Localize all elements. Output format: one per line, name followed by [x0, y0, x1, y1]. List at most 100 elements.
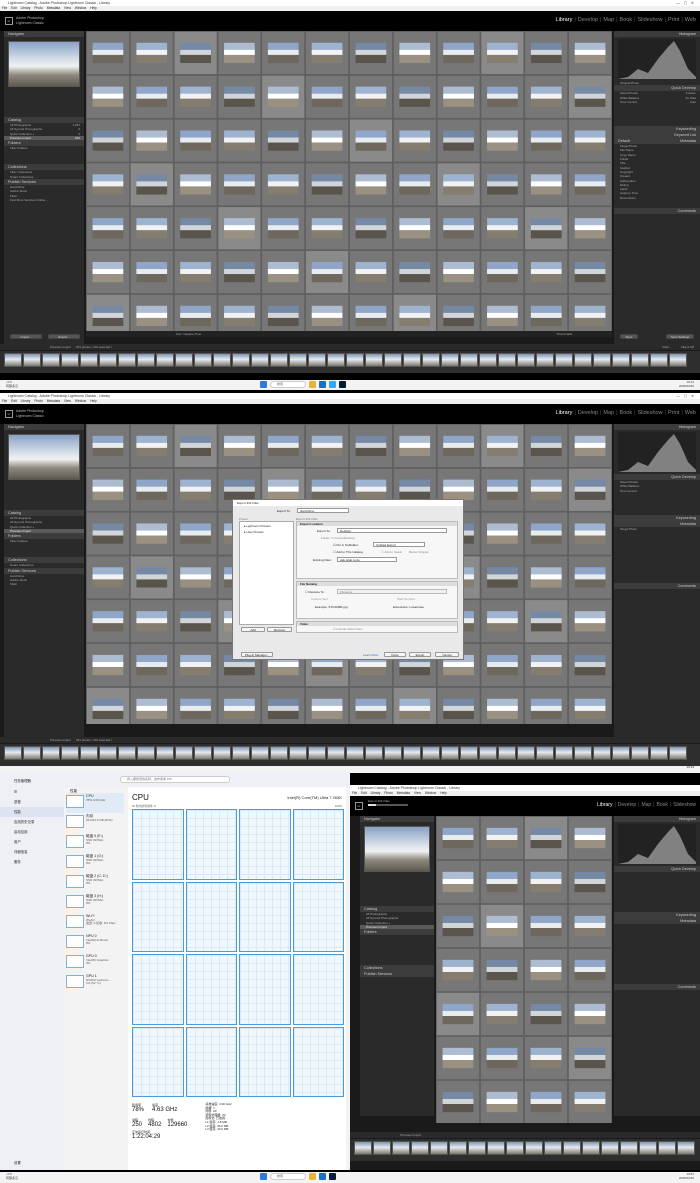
photo-thumbnail[interactable] [480, 687, 525, 731]
photo-thumbnail[interactable] [568, 1080, 612, 1124]
window-controls[interactable]: —▢✕ [676, 393, 698, 399]
photo-thumbnail[interactable] [480, 468, 525, 512]
photo-thumbnail[interactable] [568, 599, 612, 643]
search-input[interactable]: 搜索 [270, 381, 306, 388]
filmstrip-thumbnail[interactable] [232, 353, 250, 367]
nav-processes[interactable]: 进程 [0, 797, 64, 807]
photo-thumbnail[interactable] [524, 118, 568, 163]
filmstrip-thumbnail[interactable] [42, 746, 60, 760]
filmstrip-thumbnail[interactable] [4, 746, 22, 760]
photo-thumbnail[interactable] [524, 75, 568, 119]
comments-header[interactable]: Comments [614, 208, 700, 215]
filmstrip-thumbnail[interactable] [175, 353, 193, 367]
filmstrip-thumbnail[interactable] [631, 353, 649, 367]
filmstrip-thumbnail[interactable] [574, 353, 592, 367]
filmstrip-thumbnail[interactable] [99, 353, 117, 367]
filmstrip-thumbnail[interactable] [669, 746, 687, 760]
module-book[interactable]: Book [620, 17, 633, 23]
filmstrip-thumbnail[interactable] [365, 746, 383, 760]
photo-thumbnail[interactable] [130, 643, 174, 687]
module-library[interactable]: Library [556, 17, 573, 23]
photo-thumbnail[interactable] [436, 948, 480, 992]
photo-thumbnail[interactable] [305, 162, 349, 207]
perf-item[interactable]: 磁盘 1 (G:) SSD (NVMe) 0% [66, 853, 124, 873]
filmstrip-source[interactable]: Previous Import [0, 738, 71, 742]
filmstrip-thumbnail[interactable] [517, 746, 535, 760]
filmstrip-thumbnail[interactable] [620, 1141, 638, 1155]
add-to-catalog-checkbox[interactable]: ☐ Add to This Catalog [333, 550, 363, 554]
photo-thumbnail[interactable] [568, 118, 612, 163]
photo-thumbnail[interactable] [349, 687, 393, 731]
clock[interactable]: 10:34 [686, 765, 694, 770]
photo-thumbnail[interactable] [261, 250, 305, 294]
photo-thumbnail[interactable] [173, 511, 218, 556]
cancel-button[interactable]: Cancel [435, 652, 459, 657]
perf-item[interactable]: Wi-Fi WLAN 发送: 0 接收: 8.0 Kbps [66, 913, 124, 933]
photo-thumbnail[interactable] [480, 643, 525, 687]
filmstrip-thumbnail[interactable] [422, 353, 440, 367]
sync-settings-button[interactable]: Sync Settings [666, 334, 694, 339]
module-book[interactable]: Book [620, 410, 633, 416]
add-to-stack-checkbox[interactable]: ☐ Add to Stack: [381, 550, 402, 554]
photo-thumbnail[interactable] [173, 118, 218, 163]
photo-thumbnail[interactable] [436, 31, 481, 75]
filmstrip-thumbnail[interactable] [601, 1141, 619, 1155]
filmstrip-thumbnail[interactable] [593, 353, 611, 367]
module-develop[interactable]: Develop [618, 802, 636, 808]
filmstrip-thumbnail[interactable] [498, 746, 516, 760]
photo-thumbnail[interactable] [86, 599, 130, 643]
learn-more-link[interactable]: Learn More [363, 653, 378, 657]
filmstrip-thumbnail[interactable] [468, 1141, 486, 1155]
window-controls[interactable]: —▢✕ [676, 0, 698, 6]
photo-thumbnail[interactable] [568, 511, 612, 556]
photo-thumbnail[interactable] [480, 511, 525, 556]
photo-thumbnail[interactable] [130, 118, 174, 163]
photo-thumbnail[interactable] [436, 294, 481, 338]
photo-thumbnail[interactable] [217, 75, 262, 119]
photo-thumbnail[interactable] [86, 206, 130, 250]
photo-thumbnail[interactable] [480, 424, 525, 468]
photo-thumbnail[interactable] [436, 1036, 480, 1080]
metadata-header[interactable]: Metadata [614, 918, 700, 924]
filmstrip-thumbnail[interactable] [536, 746, 554, 760]
photo-thumbnail[interactable] [86, 118, 130, 163]
clock[interactable]: 10:51 2025/02/26 [679, 1172, 694, 1180]
photo-thumbnail[interactable] [436, 118, 481, 163]
photo-thumbnail[interactable] [436, 992, 480, 1036]
photo-thumbnail[interactable] [130, 468, 174, 512]
photo-thumbnail[interactable] [480, 206, 525, 250]
photo-thumbnail[interactable] [524, 162, 568, 207]
folders-header[interactable]: Folders [360, 929, 434, 936]
filmstrip-thumbnail[interactable] [23, 746, 41, 760]
photo-thumbnail[interactable] [393, 206, 437, 250]
photo-thumbnail[interactable] [524, 206, 568, 250]
lightroom-taskbar-icon[interactable] [329, 1173, 336, 1180]
photo-thumbnail[interactable] [568, 31, 612, 75]
filmstrip-thumbnail[interactable] [487, 1141, 505, 1155]
photo-thumbnail[interactable] [524, 511, 568, 556]
photo-thumbnail[interactable] [217, 162, 262, 207]
photo-thumbnail[interactable] [349, 294, 393, 338]
photo-thumbnail[interactable] [261, 118, 305, 163]
nav-settings[interactable]: 设置 [0, 1158, 21, 1168]
filmstrip-thumbnail[interactable] [563, 1141, 581, 1155]
publish-item[interactable]: Flickr [4, 582, 84, 586]
photo-thumbnail[interactable] [86, 643, 130, 687]
photo-thumbnail[interactable] [393, 250, 437, 294]
nav-users[interactable]: 用户 [0, 837, 64, 847]
browser-icon[interactable] [319, 381, 326, 388]
photo-thumbnail[interactable] [568, 424, 612, 468]
photo-thumbnail[interactable] [130, 294, 174, 338]
filmstrip-thumbnail[interactable] [213, 746, 231, 760]
filmstrip-thumbnail[interactable] [612, 353, 630, 367]
start-icon[interactable] [260, 381, 267, 388]
preset-item[interactable]: ▸ User Presets [240, 530, 293, 534]
filmstrip-thumbnail[interactable] [194, 353, 212, 367]
filmstrip-thumbnail[interactable] [118, 353, 136, 367]
photo-thumbnail[interactable] [393, 294, 437, 338]
filmstrip-thumbnail[interactable] [289, 746, 307, 760]
filmstrip-thumbnail[interactable] [175, 746, 193, 760]
module-library[interactable]: Library [556, 410, 573, 416]
thumbnail-grid[interactable] [86, 31, 612, 338]
subfolder-checkbox[interactable]: ☑ Put in Subfolder: [333, 543, 359, 547]
